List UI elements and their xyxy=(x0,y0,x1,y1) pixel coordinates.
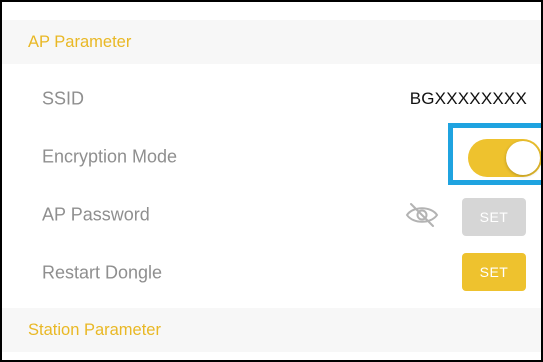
station-parameter-header: Station Parameter xyxy=(2,308,541,352)
settings-panel: AP Parameter SSID BGXXXXXXXX Encryption … xyxy=(2,2,541,360)
ssid-label: SSID xyxy=(42,88,85,109)
restart-dongle-set-button[interactable]: SET xyxy=(462,253,526,291)
ap-password-set-button[interactable]: SET xyxy=(462,198,526,236)
eye-slash-icon[interactable] xyxy=(404,202,440,228)
highlight-frame xyxy=(448,123,541,185)
restart-dongle-row: Restart Dongle xyxy=(2,244,541,302)
ssid-row[interactable]: SSID BGXXXXXXXX xyxy=(2,70,541,128)
station-parameter-title: Station Parameter xyxy=(28,320,161,339)
ap-password-label: AP Password xyxy=(42,204,150,225)
encryption-mode-label: Encryption Mode xyxy=(42,146,178,167)
ssid-value: BGXXXXXXXX xyxy=(409,89,527,108)
ap-parameter-header: AP Parameter xyxy=(2,20,541,64)
ap-password-row: AP Password xyxy=(2,186,541,244)
restart-dongle-label: Restart Dongle xyxy=(42,262,163,283)
ap-parameter-title: AP Parameter xyxy=(28,32,132,51)
